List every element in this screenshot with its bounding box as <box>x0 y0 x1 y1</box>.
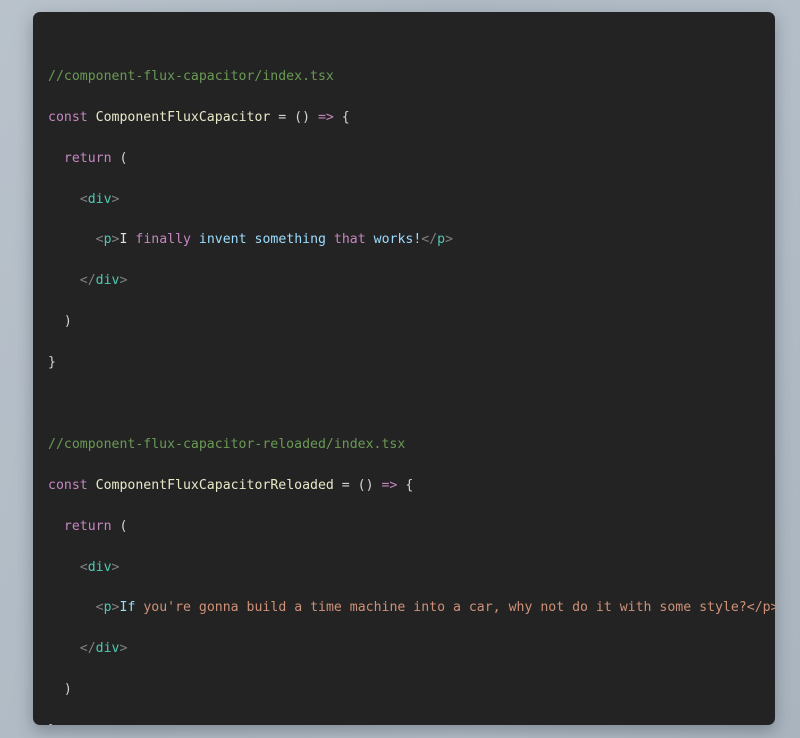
code-block[interactable]: //component-flux-capacitor/index.tsx con… <box>33 26 775 725</box>
code-line: ) <box>48 314 72 330</box>
code-line: </div> <box>79 641 128 657</box>
code-line: <div> <box>79 559 120 575</box>
code-line: <p>If you're gonna build a time machine … <box>95 600 775 616</box>
code-line: const ComponentFluxCapacitorReloaded = (… <box>48 477 414 493</box>
code-line: //component-flux-capacitor/index.tsx <box>48 68 334 84</box>
code-line: <div> <box>79 191 120 207</box>
code-line: </div> <box>79 273 128 289</box>
code-line: const ComponentFluxCapacitor = () => { <box>48 109 350 125</box>
code-line: return ( <box>63 150 128 166</box>
code-line: //component-flux-capacitor-reloaded/inde… <box>48 436 406 452</box>
code-line: } <box>48 721 775 725</box>
code-line: <p>I finally invent something that works… <box>95 232 454 248</box>
code-line: } <box>48 355 56 371</box>
code-line: return ( <box>63 518 128 534</box>
code-line: ) <box>48 682 72 698</box>
code-panel: //component-flux-capacitor/index.tsx con… <box>33 12 775 725</box>
